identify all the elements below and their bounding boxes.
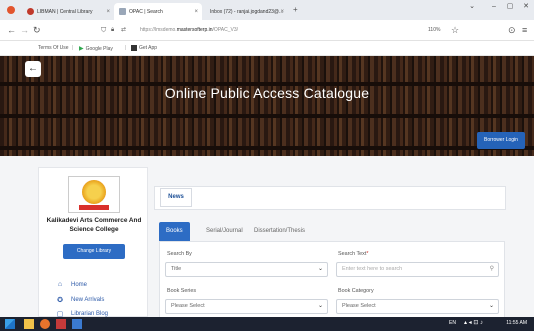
zoom-level[interactable]: 110% — [428, 24, 440, 37]
search-text-placeholder: Enter text here to search — [342, 266, 403, 272]
library-card: Kalikadevi Arts Commerce And Science Col… — [38, 167, 148, 318]
address-bar[interactable]: ⛉ 🔒︎ ⇄ https://lmsdemo.mastersofterp.in/… — [100, 24, 470, 37]
permissions-icon: ⇄ — [121, 27, 127, 33]
tray-icons[interactable]: ▴ ◂ ⊡ ♪ — [464, 319, 483, 326]
menu-icon[interactable]: ≡ — [522, 25, 527, 35]
chevron-down-icon: ⌄ — [317, 303, 323, 309]
close-tab-icon[interactable]: × — [194, 9, 198, 15]
explorer-icon[interactable] — [24, 319, 34, 329]
browser-tab-opac[interactable]: OPAC | Search × — [114, 3, 202, 20]
new-tab-button[interactable]: + — [293, 5, 298, 14]
book-category-value: Please Select — [342, 303, 376, 309]
tab-label: LIBMAN | Central Library — [37, 8, 93, 15]
browser-menu-icon[interactable] — [7, 6, 15, 14]
url-prefix: https://lmsdemo. — [140, 27, 177, 33]
search-tabs: Books Serial/Journal Dissertation/Thesis — [159, 222, 505, 241]
qr-code-icon — [131, 45, 137, 51]
divider: | — [72, 45, 74, 51]
change-library-button[interactable]: Change Library — [63, 244, 125, 259]
page-title: Online Public Access Catalogue — [164, 85, 370, 101]
get-app-label: Get App — [139, 45, 158, 51]
logo-ribbon — [79, 205, 109, 210]
app-icon[interactable] — [72, 319, 82, 329]
close-tab-icon[interactable]: × — [106, 9, 110, 15]
search-by-label: Search By — [167, 251, 192, 257]
hero-banner: ← Online Public Access Catalogue Borrowe… — [0, 56, 534, 156]
shield-icon: ⛉ — [101, 27, 107, 34]
search-text-input[interactable]: Enter text here to search ⚲ — [336, 262, 499, 277]
browser-tab-libman[interactable]: LIBMAN | Central Library × — [22, 3, 114, 20]
book-series-value: Please Select — [171, 303, 205, 309]
browser-toolbar: ← → ↻ ⛉ 🔒︎ ⇄ https://lmsdemo.mastersofte… — [0, 20, 534, 41]
maximize-icon[interactable]: ▢ — [502, 2, 518, 12]
college-logo — [68, 176, 120, 213]
tab-books[interactable]: Books — [159, 222, 190, 241]
home-icon: ⌂ — [57, 281, 63, 288]
book-series-label: Book Series — [167, 288, 197, 294]
browser-tab-strip: LIBMAN | Central Library × OPAC | Search… — [0, 0, 534, 20]
tab-dissertation-thesis[interactable]: Dissertation/Thesis — [247, 222, 312, 241]
required-mark: * — [366, 251, 369, 257]
libman-favicon-icon — [27, 8, 34, 15]
close-tab-icon[interactable]: × — [280, 9, 284, 15]
book-category-label: Book Category — [338, 288, 374, 294]
forward-arrow-icon[interactable]: → — [20, 25, 29, 35]
windows-taskbar: EN ▴ ◂ ⊡ ♪ 11:55 AM — [0, 317, 534, 331]
pocket-icon[interactable]: ⊙ — [508, 25, 516, 35]
search-icon[interactable]: ⚲ — [490, 263, 494, 276]
clock[interactable]: 11:55 AM — [506, 320, 527, 326]
terms-link[interactable]: Terms Of Use — [38, 45, 69, 51]
chevron-down-icon: ⌄ — [317, 266, 323, 272]
windows-start-icon[interactable] — [5, 319, 15, 329]
lock-icon: 🔒︎ — [111, 27, 115, 33]
search-text-label: Search Text* — [338, 251, 368, 257]
top-links-bar: Terms Of Use | ▶ Google Play | Get App — [0, 41, 534, 56]
tab-list-icon[interactable]: ⌄ — [464, 2, 480, 12]
google-play-label: Google Play — [85, 45, 113, 52]
divider: | — [125, 45, 127, 51]
language-indicator[interactable]: EN — [449, 320, 456, 326]
url-domain: mastersofterp.in — [176, 27, 213, 33]
url-path: /OPAC_V3/ — [212, 27, 239, 33]
sidebar-item-label: New Arrivals — [71, 297, 105, 303]
back-arrow-icon: ← — [28, 63, 38, 74]
minimize-icon[interactable]: – — [486, 2, 502, 12]
bookmark-star-icon[interactable]: ☆ — [451, 25, 459, 35]
search-form: Search By Title ⌄ Search Text* Enter tex… — [159, 241, 505, 321]
get-app-link[interactable]: Get App — [131, 45, 157, 51]
sidebar-item-home[interactable]: ⌂ Home — [55, 281, 87, 288]
news-panel — [154, 186, 506, 210]
badge-icon: ✪ — [57, 297, 63, 304]
book-category-select[interactable]: Please Select ⌄ — [336, 299, 499, 314]
logo-emblem — [82, 180, 106, 204]
borrower-login-button[interactable]: Borrower Login — [477, 132, 525, 149]
chevron-down-icon: ⌄ — [488, 303, 494, 309]
book-series-select[interactable]: Please Select ⌄ — [165, 299, 328, 314]
search-by-value: Title — [171, 266, 182, 272]
news-tab[interactable]: News — [160, 188, 192, 207]
browser-tab-inbox[interactable]: Inbox (72) - ranjai.jogdand23@... × — [202, 3, 288, 20]
search-by-select[interactable]: Title ⌄ — [165, 262, 328, 277]
tab-label: Inbox (72) - ranjai.jogdand23@... — [210, 8, 284, 15]
opac-favicon-icon — [119, 8, 126, 15]
sidebar-item-label: Home — [71, 281, 88, 288]
reload-icon[interactable]: ↻ — [33, 25, 41, 35]
search-text-label-text: Search Text — [338, 251, 367, 257]
college-name: Kalikadevi Arts Commerce And Science Col… — [46, 217, 142, 233]
google-play-link[interactable]: ▶ Google Play — [79, 45, 113, 53]
back-arrow-icon[interactable]: ← — [7, 25, 16, 35]
tab-label: OPAC | Search — [129, 8, 163, 15]
google-play-icon: ▶ — [79, 46, 84, 52]
tab-serial-journal[interactable]: Serial/Journal — [199, 222, 250, 241]
back-button[interactable]: ← — [25, 61, 41, 77]
close-window-icon[interactable]: ✕ — [518, 2, 534, 12]
hero-overlay — [0, 56, 534, 156]
sidebar-item-new-arrivals[interactable]: ✪ New Arrivals — [55, 296, 104, 304]
firefox-icon[interactable] — [40, 319, 50, 329]
media-icon[interactable] — [56, 319, 66, 329]
